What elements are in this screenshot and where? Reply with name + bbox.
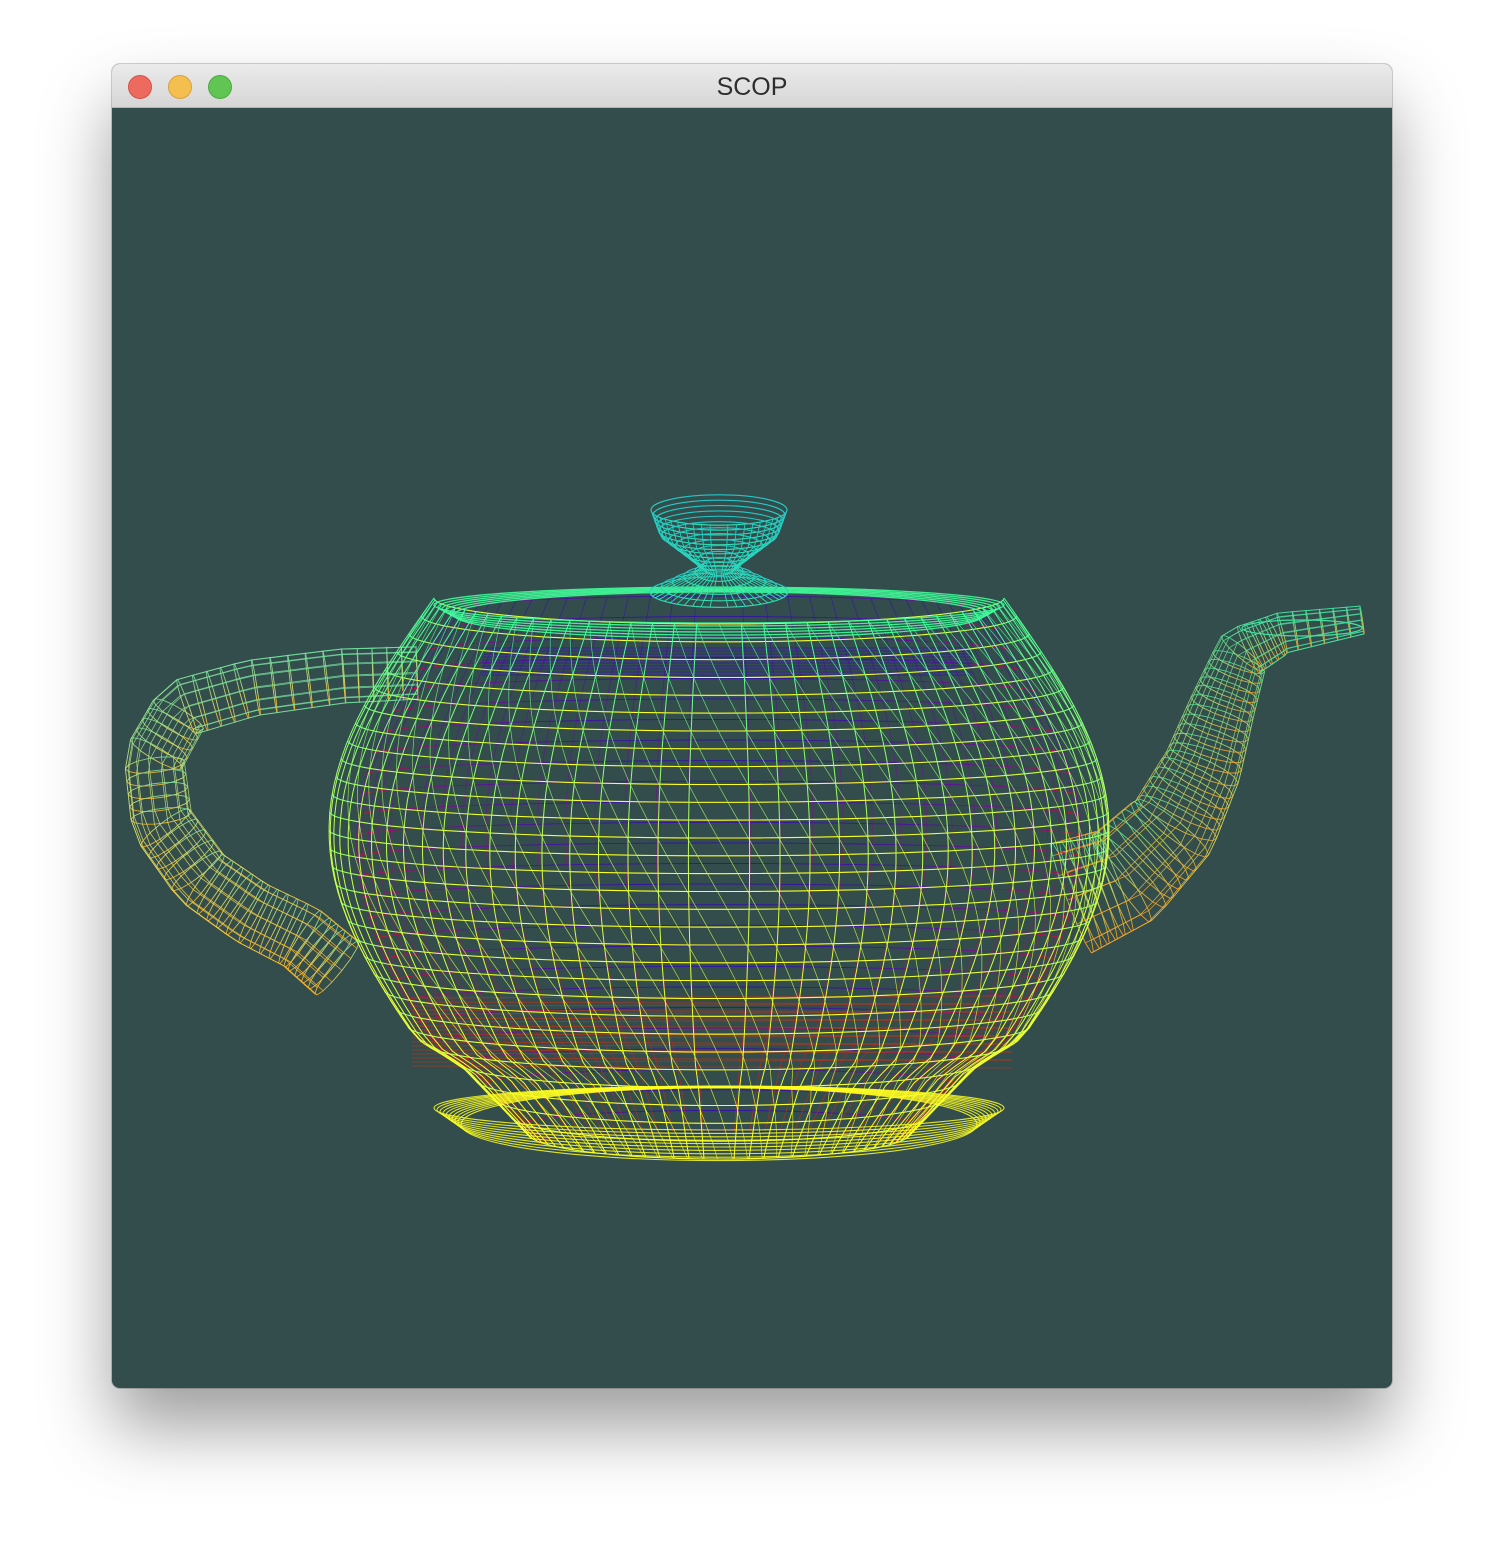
render-viewport[interactable] <box>112 108 1392 1388</box>
app-window: SCOP <box>112 64 1392 1388</box>
teapot-wireframe <box>124 494 1365 1162</box>
window-title: SCOP <box>716 73 788 101</box>
teapot-body <box>328 586 1110 1162</box>
title-bar[interactable]: SCOP <box>112 64 1392 108</box>
